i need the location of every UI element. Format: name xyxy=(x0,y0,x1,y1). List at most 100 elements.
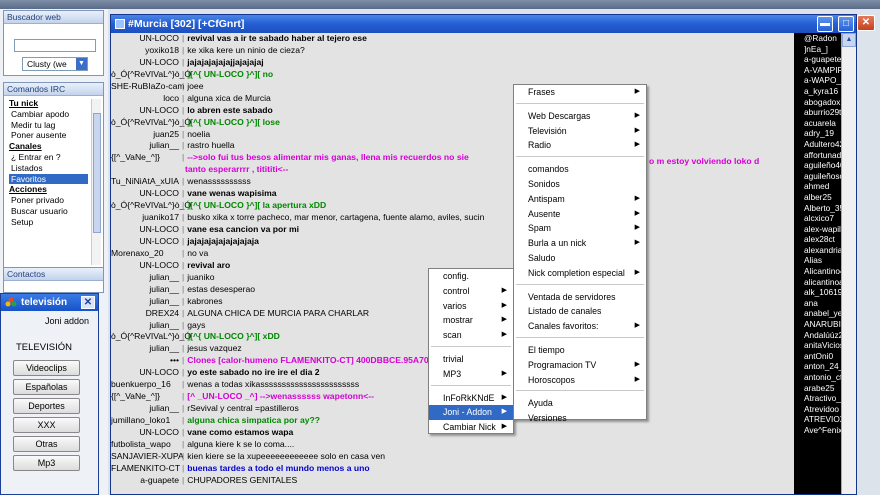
menu-item[interactable]: Nick completion especial ▶ xyxy=(514,266,646,281)
nick-list-item[interactable]: abogadoxl xyxy=(794,97,841,108)
nick-list-item[interactable]: Ave^Fenix xyxy=(794,425,841,436)
close-icon[interactable]: ✕ xyxy=(81,296,95,309)
menu-item[interactable]: Joni - Addon ▶ xyxy=(429,405,513,421)
chat-nick[interactable]: UN-LOCO xyxy=(111,33,179,45)
scrollbar-thumb[interactable] xyxy=(93,113,101,233)
menu-item[interactable]: Versiones xyxy=(514,411,646,426)
nick-list-item[interactable]: a-WAPO_GO xyxy=(794,75,841,86)
nick-list-item[interactable]: adry_19 xyxy=(794,128,841,139)
command-item[interactable]: Buscar usuario xyxy=(9,206,88,217)
menu-item[interactable]: trivial xyxy=(429,352,513,367)
chat-nick[interactable]: UN-LOCO xyxy=(111,224,179,236)
nick-list-item[interactable]: anton_24_ct xyxy=(794,361,841,372)
chat-nick[interactable]: {[^_VaNe_^]} xyxy=(111,152,179,164)
chat-nick[interactable]: a-guapete xyxy=(111,475,179,487)
nick-list-item[interactable]: Adultero42CT xyxy=(794,139,841,150)
chat-nick[interactable]: ò_Ó{^ReVIVaL^}ò_Ó xyxy=(111,331,191,343)
nick-list-item[interactable]: alexandria xyxy=(794,245,841,256)
chat-nick[interactable]: UN-LOCO xyxy=(111,188,179,200)
nick-list-item[interactable]: aguileñosolo xyxy=(794,171,841,182)
menu-item[interactable]: Ayuda xyxy=(514,396,646,411)
tv-deportes-button[interactable]: Deportes xyxy=(13,398,80,414)
nick-list-item[interactable]: ana xyxy=(794,298,841,309)
chat-nick[interactable]: ••• xyxy=(111,355,179,367)
nick-list-item[interactable]: ANARUBIA xyxy=(794,319,841,330)
tv-xxx-button[interactable]: XXX xyxy=(13,417,80,433)
nick-list-item[interactable]: aburrio29torr xyxy=(794,107,841,118)
menu-item[interactable]: Ventada de servidores xyxy=(514,290,646,305)
tv-espa-olas-button[interactable]: Españolas xyxy=(13,379,80,395)
chat-nick[interactable]: julian__ xyxy=(111,284,179,296)
commands-scrollbar[interactable] xyxy=(91,99,101,265)
menu-item[interactable]: Horoscopos ▶ xyxy=(514,373,646,388)
nick-list-scrollbar[interactable]: ▲ xyxy=(841,33,856,494)
nick-list-item[interactable]: anitaViciosa xyxy=(794,340,841,351)
menu-item[interactable]: El tiempo xyxy=(514,343,646,358)
command-item[interactable]: Medir tu lag xyxy=(9,120,88,131)
scroll-up-icon[interactable]: ▲ xyxy=(842,33,856,47)
tv-otras-button[interactable]: Otras xyxy=(13,436,80,452)
nick-list-item[interactable]: alcxico7 xyxy=(794,213,841,224)
command-item[interactable]: Poner privado xyxy=(9,195,88,206)
nick-list-item[interactable]: antonio_ct xyxy=(794,372,841,383)
chat-nick[interactable]: julian__ xyxy=(111,403,179,415)
nick-list-item[interactable]: Alicantino48 xyxy=(794,266,841,277)
tv-videoclips-button[interactable]: Videoclips xyxy=(13,360,80,376)
menu-item[interactable]: comandos xyxy=(514,162,646,177)
chat-nick[interactable]: UN-LOCO xyxy=(111,57,179,69)
nick-list-item[interactable]: @Radon xyxy=(794,33,841,44)
chat-nick[interactable]: Morenaxo_20 xyxy=(111,248,179,260)
chat-nick[interactable]: ò_Ó{^ReVIVaL^}ò_Ó xyxy=(111,69,191,81)
menu-item[interactable]: Web Descargas ▶ xyxy=(514,109,646,124)
chat-nick[interactable]: DREX24 xyxy=(111,308,179,320)
contacts-title[interactable]: Contactos xyxy=(4,268,103,281)
nick-list-item[interactable]: ]nEa_] xyxy=(794,44,841,55)
chat-nick[interactable]: ò_Ó{^ReVIVaL^}ò_Ó xyxy=(111,200,191,212)
menu-item[interactable]: Spam ▶ xyxy=(514,221,646,236)
chat-nick[interactable]: FLAMENKITO-CT xyxy=(111,463,180,475)
chat-nick[interactable]: UN-LOCO xyxy=(111,427,179,439)
menu-item[interactable]: Televisión ▶ xyxy=(514,124,646,139)
chevron-down-icon[interactable]: ▼ xyxy=(76,58,87,70)
nick-list-item[interactable]: Alberto_35 xyxy=(794,203,841,214)
nick-list-item[interactable]: A-VAMPIRO xyxy=(794,65,841,76)
nick-list-item[interactable]: ahmed xyxy=(794,181,841,192)
nick-list-item[interactable]: alk_1061991 xyxy=(794,287,841,298)
nick-list-item[interactable]: antOni0 xyxy=(794,351,841,362)
nick-list-item[interactable]: Atractivo_34 xyxy=(794,393,841,404)
chat-nick[interactable]: UN-LOCO xyxy=(111,105,179,117)
command-item[interactable]: Listados xyxy=(9,163,88,174)
chat-nick[interactable]: loco xyxy=(111,93,179,105)
menu-item[interactable]: scan ▶ xyxy=(429,328,513,343)
chat-nick[interactable]: Tu_NiNiAtA_xUIA xyxy=(111,176,179,188)
chat-nick[interactable]: buenkuerpo_16 xyxy=(111,379,179,391)
chat-nick[interactable]: julian__ xyxy=(111,343,179,355)
nick-list-item[interactable]: aguileño40 xyxy=(794,160,841,171)
chat-nick[interactable]: SHE-RuBIaZo-cam xyxy=(111,81,185,93)
nick-list-item[interactable]: acuarela xyxy=(794,118,841,129)
menu-item[interactable]: config. xyxy=(429,269,513,284)
nick-list-item[interactable]: a_kyra16 xyxy=(794,86,841,97)
menu-item[interactable]: Canales favoritos: ▶ xyxy=(514,319,646,334)
command-item[interactable]: Setup xyxy=(9,217,88,228)
chat-nick[interactable]: UN-LOCO xyxy=(111,236,179,248)
nick-list-item[interactable]: alber25 xyxy=(794,192,841,203)
menu-item[interactable]: control ▶ xyxy=(429,284,513,299)
command-item[interactable]: Poner ausente xyxy=(9,130,88,141)
chat-nick[interactable]: julian__ xyxy=(111,272,179,284)
chat-nick[interactable]: {[^_VaNe_^]} xyxy=(111,391,179,403)
menu-item[interactable]: Ausente ▶ xyxy=(514,207,646,222)
chat-nick[interactable]: juan25 xyxy=(111,129,179,141)
menu-item[interactable]: Cambiar Nick ▶ xyxy=(429,420,513,435)
nick-list-item[interactable]: a-guapete xyxy=(794,54,841,65)
chat-nick[interactable]: jumillano_loko1 xyxy=(111,415,179,427)
nick-list-item[interactable]: ATREVIOXICA xyxy=(794,414,841,425)
chat-nick[interactable]: julian__ xyxy=(111,140,179,152)
nick-list-item[interactable]: Andalúúz22 xyxy=(794,330,841,341)
menu-item[interactable]: Programacion TV ▶ xyxy=(514,358,646,373)
nick-list-item[interactable]: arabe25 xyxy=(794,383,841,394)
close-window-icon[interactable]: ✕ xyxy=(857,15,875,31)
maximize-icon[interactable]: □ xyxy=(838,16,854,32)
menu-item[interactable]: Frases ▶ xyxy=(514,85,646,100)
nick-list-item[interactable]: anabel_yellal xyxy=(794,308,841,319)
